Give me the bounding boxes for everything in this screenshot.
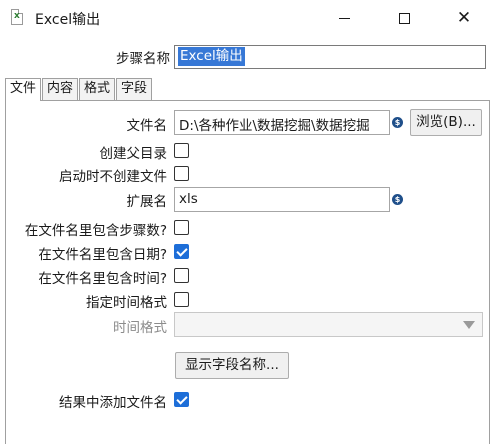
variable-icon: $ — [392, 117, 403, 128]
maximize-icon — [398, 12, 410, 24]
tab-file[interactable]: 文件 — [5, 78, 42, 101]
tab-format[interactable]: 格式 — [79, 78, 116, 100]
specify-time-format-label: 指定时间格式 — [86, 295, 167, 311]
include-time-label: 在文件名里包含时间? — [38, 271, 167, 287]
title-bar: Excel输出 ✕ — [0, 0, 493, 36]
tab-bar: 文件 内容 格式 字段 — [5, 78, 153, 101]
add-filename-result-label: 结果中添加文件名 — [59, 395, 167, 411]
extension-input[interactable]: xls — [174, 187, 390, 212]
include-date-checkbox[interactable] — [174, 244, 189, 259]
filename-input[interactable]: D:\各种作业\数据挖掘\数据挖掘 — [174, 110, 390, 135]
tab-fields[interactable]: 字段 — [116, 78, 153, 100]
time-format-label: 时间格式 — [113, 320, 167, 336]
include-stepnr-checkbox[interactable] — [174, 220, 189, 235]
include-time-checkbox[interactable] — [174, 268, 189, 283]
close-button[interactable]: ✕ — [441, 0, 487, 36]
filename-label: 文件名 — [126, 118, 168, 134]
browse-button[interactable]: 浏览(B)... — [410, 109, 482, 136]
include-stepnr-label: 在文件名里包含步骤数? — [24, 223, 167, 239]
create-parent-label: 创建父目录 — [99, 146, 168, 162]
minimize-button[interactable] — [321, 0, 367, 36]
create-parent-checkbox[interactable] — [174, 143, 189, 158]
show-field-names-button[interactable]: 显示字段名称... — [175, 352, 289, 379]
extension-label: 扩展名 — [126, 194, 168, 210]
maximize-button[interactable] — [381, 0, 427, 36]
no-create-on-start-label: 启动时不创建文件 — [59, 169, 167, 185]
add-filename-result-checkbox[interactable] — [174, 392, 189, 407]
specify-time-format-checkbox[interactable] — [174, 292, 189, 307]
chevron-down-icon — [463, 321, 475, 329]
window-title: Excel输出 — [35, 12, 101, 28]
variable-icon: $ — [392, 194, 403, 205]
minimize-icon — [338, 17, 350, 19]
include-date-label: 在文件名里包含日期? — [38, 247, 167, 263]
time-format-dropdown[interactable] — [458, 313, 482, 336]
step-name-label: 步骤名称 — [116, 51, 170, 67]
step-name-input[interactable]: Excel输出 — [174, 45, 486, 69]
step-name-value: Excel输出 — [178, 47, 245, 66]
close-icon: ✕ — [456, 7, 472, 28]
no-create-on-start-checkbox[interactable] — [174, 166, 189, 181]
tab-content[interactable]: 内容 — [42, 78, 79, 100]
excel-file-icon — [11, 9, 23, 25]
time-format-select[interactable] — [174, 312, 483, 337]
